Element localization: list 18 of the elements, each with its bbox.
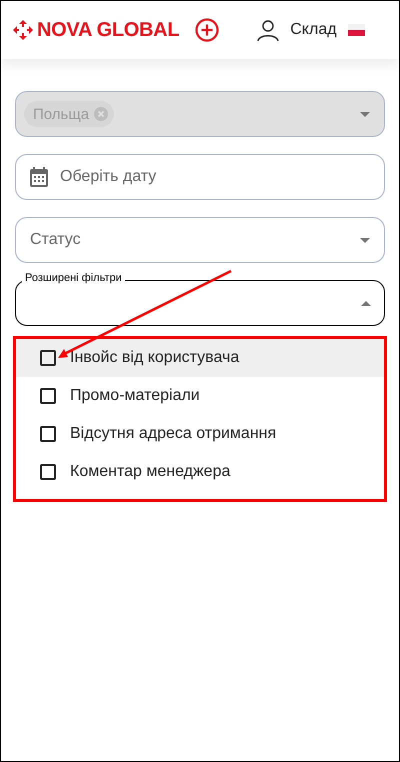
status-select[interactable]: Статус xyxy=(15,217,385,263)
add-icon[interactable] xyxy=(195,18,220,42)
user-label[interactable]: Склад xyxy=(290,21,337,39)
calendar-icon xyxy=(30,167,48,187)
checkbox[interactable] xyxy=(40,350,56,366)
brand-logo: NOVA GLOBAL xyxy=(37,18,180,42)
field-label: Розширені фільтри xyxy=(22,272,125,284)
caret-icon xyxy=(360,238,370,242)
flag-icon[interactable] xyxy=(348,24,365,36)
checkbox[interactable] xyxy=(40,426,56,442)
caret-icon xyxy=(360,112,370,116)
user-icon[interactable] xyxy=(256,18,280,42)
logo-icon xyxy=(13,20,33,40)
checkbox[interactable] xyxy=(40,464,56,480)
menu-item[interactable]: Інвойс від користувача xyxy=(16,339,384,377)
date-field[interactable]: Оберіть дату xyxy=(15,154,385,200)
filters-select[interactable]: Розширені фільтри xyxy=(15,272,385,326)
checkbox[interactable] xyxy=(40,388,56,404)
